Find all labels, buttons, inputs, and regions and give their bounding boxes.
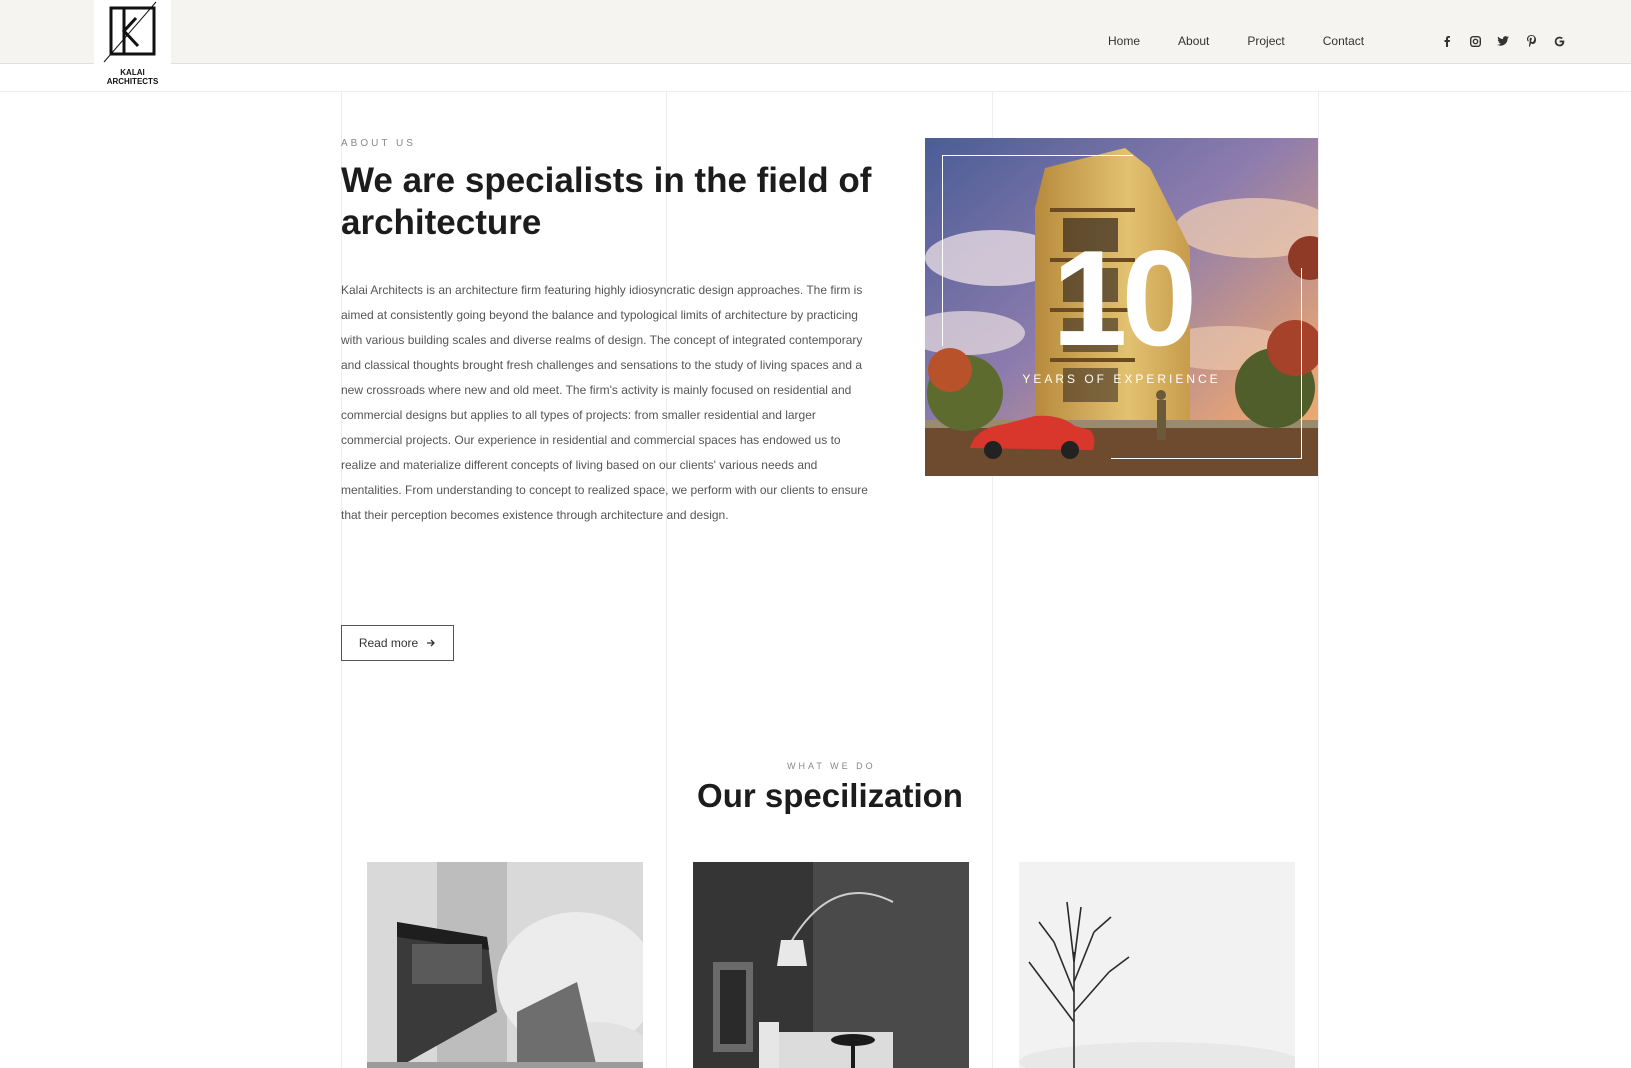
instagram-icon[interactable] xyxy=(1461,34,1489,48)
site-logo[interactable]: KALAI ARCHITECTS xyxy=(94,0,171,90)
about-body-text: Kalai Architects is an architecture firm… xyxy=(341,283,868,522)
experience-number: 10 xyxy=(1051,222,1197,374)
logo-mark-icon xyxy=(103,1,157,63)
main-nav: Home About Project Contact xyxy=(1108,34,1402,50)
google-icon[interactable] xyxy=(1545,34,1573,48)
read-more-label: Read more xyxy=(358,636,419,650)
architecture-photo xyxy=(367,862,643,1068)
logo-line-2: ARCHITECTS xyxy=(106,77,159,86)
specialization-eyebrow: WHAT WE DO xyxy=(787,761,876,771)
site-header xyxy=(0,0,1631,64)
specialization-card-architecture[interactable] xyxy=(367,862,643,1068)
logo-text: KALAI ARCHITECTS xyxy=(94,68,171,86)
about-heading: We are specialists in the field of archi… xyxy=(341,161,872,242)
nav-contact[interactable]: Contact xyxy=(1323,34,1364,50)
specialization-card-landscape[interactable] xyxy=(1019,862,1295,1068)
specialization-card-interior[interactable] xyxy=(693,862,969,1068)
twitter-icon[interactable] xyxy=(1489,34,1517,48)
header-divider xyxy=(0,91,1631,92)
arrow-right-icon xyxy=(427,639,436,647)
pinterest-icon[interactable] xyxy=(1517,34,1545,48)
nav-home[interactable]: Home xyxy=(1108,34,1140,50)
read-more-button[interactable]: Read more xyxy=(341,625,454,661)
facebook-icon[interactable] xyxy=(1433,34,1461,48)
interior-photo xyxy=(693,862,969,1068)
about-eyebrow: ABOUT US xyxy=(341,138,416,149)
experience-label: YEARS OF EXPERIENCE xyxy=(1022,372,1221,386)
social-links xyxy=(1433,34,1573,48)
experience-image: 10 YEARS OF EXPERIENCE xyxy=(925,138,1318,476)
nav-about[interactable]: About xyxy=(1178,34,1209,50)
nav-project[interactable]: Project xyxy=(1247,34,1284,50)
specialization-heading: Our specilization xyxy=(697,777,963,814)
logo-line-1: KALAI xyxy=(120,68,145,77)
tree-photo xyxy=(1019,862,1295,1068)
guide-line-4 xyxy=(1318,92,1319,1068)
